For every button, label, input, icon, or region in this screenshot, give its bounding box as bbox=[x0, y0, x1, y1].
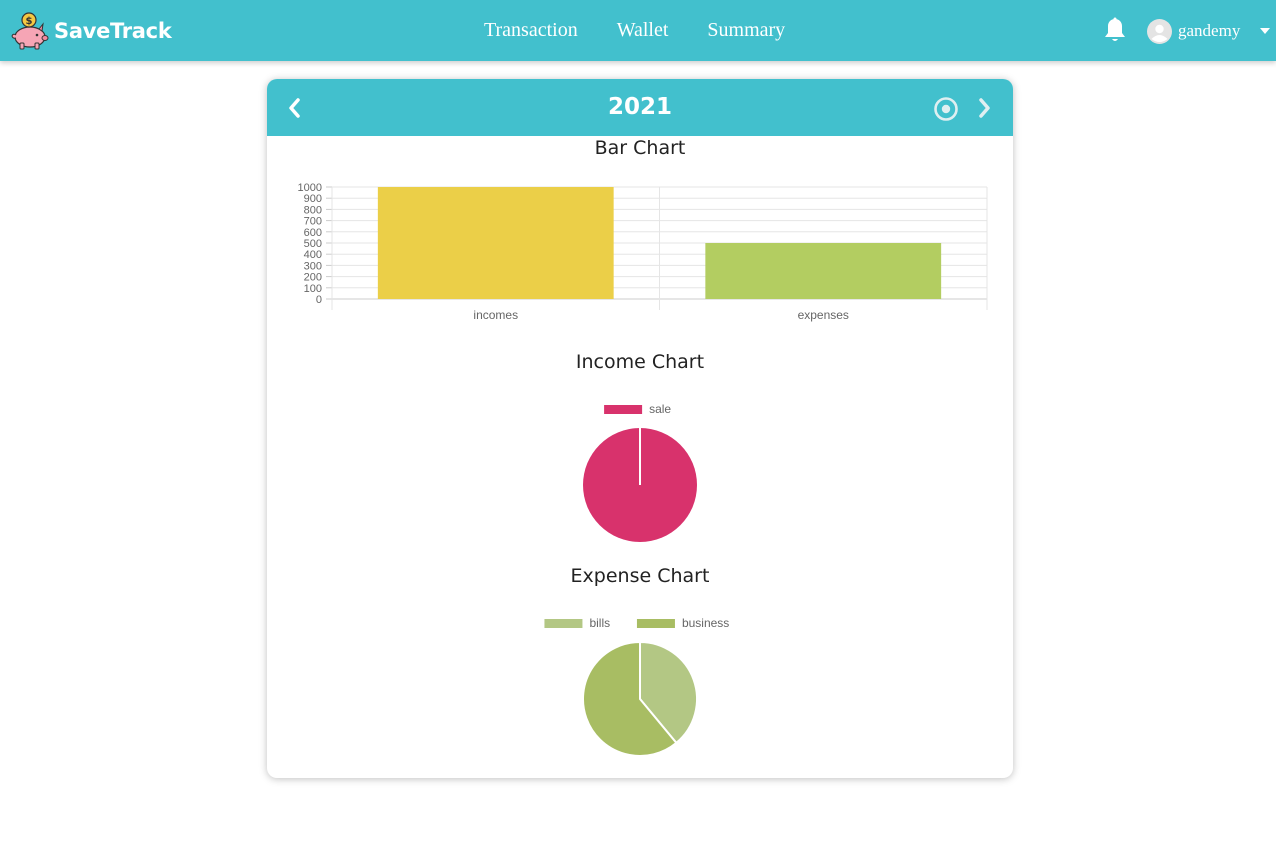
expense-legend-swatch-bills bbox=[544, 619, 583, 628]
y-tick-label: 100 bbox=[304, 283, 322, 295]
y-tick-label: 300 bbox=[304, 260, 322, 272]
caret-down-icon[interactable] bbox=[1260, 28, 1271, 34]
income-legend-label-sale: sale bbox=[649, 402, 671, 416]
bar-incomes bbox=[377, 187, 614, 299]
svg-text:$: $ bbox=[26, 16, 33, 27]
income-legend-swatch-sale bbox=[604, 405, 643, 414]
bar-expenses bbox=[705, 243, 942, 299]
piggy-bank-icon: $ bbox=[11, 12, 49, 50]
y-tick-label: 800 bbox=[304, 204, 322, 216]
y-tick-label: 0 bbox=[316, 294, 322, 306]
nav-wallet[interactable]: Wallet bbox=[617, 19, 669, 42]
top-navbar: $ SaveTrack Transaction Wallet Summary g… bbox=[0, 0, 1276, 61]
y-tick-label: 1000 bbox=[298, 182, 322, 194]
y-tick-label: 200 bbox=[304, 272, 322, 284]
expense-legend-label-business: business bbox=[682, 616, 729, 630]
x-tick-label: expenses bbox=[798, 308, 849, 322]
charts-canvas: 10009008007006005004003002001000incomes e… bbox=[298, 182, 988, 757]
y-tick-label: 700 bbox=[304, 216, 322, 228]
expense-legend-label-bills: bills bbox=[589, 616, 610, 630]
brand[interactable]: $ SaveTrack bbox=[10, 11, 172, 51]
summary-card: 2021 Bar Chart Income Chart Expense Char… bbox=[267, 79, 1013, 778]
x-tick-label: incomes bbox=[473, 308, 518, 322]
main-nav: Transaction Wallet Summary bbox=[484, 0, 824, 61]
y-tick-label: 500 bbox=[304, 238, 322, 250]
y-tick-label: 600 bbox=[304, 227, 322, 239]
nav-transaction[interactable]: Transaction bbox=[484, 19, 578, 42]
expense-legend-swatch-business bbox=[636, 619, 675, 628]
y-tick-label: 400 bbox=[304, 249, 322, 261]
nav-summary[interactable]: Summary bbox=[707, 19, 785, 42]
bell-icon[interactable] bbox=[1102, 17, 1128, 45]
y-tick-label: 900 bbox=[304, 193, 322, 205]
user-name: gandemy bbox=[1178, 21, 1241, 40]
user-circle-icon bbox=[1147, 18, 1172, 44]
user-menu[interactable]: gandemy bbox=[1147, 18, 1271, 44]
app-name: SaveTrack bbox=[54, 19, 172, 43]
